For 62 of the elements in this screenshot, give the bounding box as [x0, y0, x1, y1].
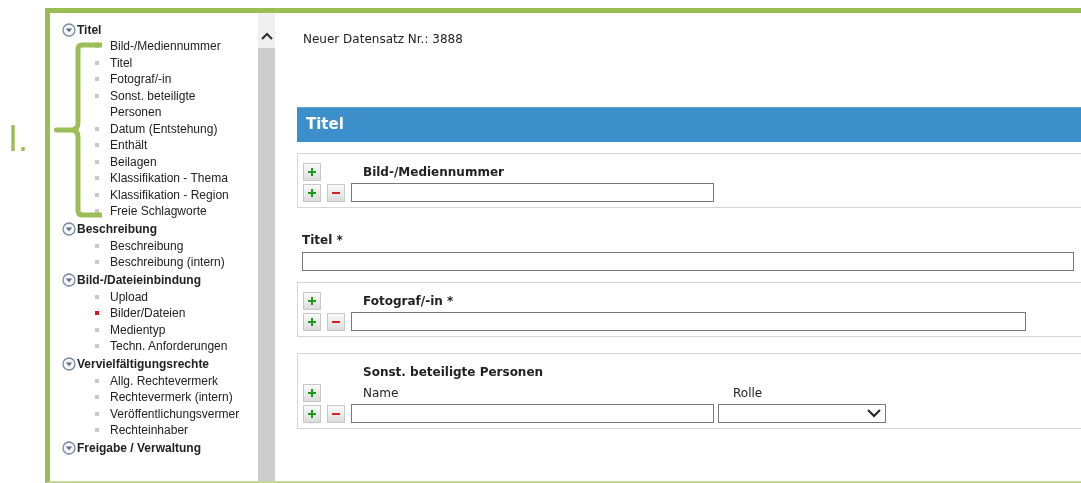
column-label: Name — [363, 385, 400, 400]
input-field[interactable] — [351, 404, 714, 423]
record-number: Neuer Datensatz Nr.: 3888 — [303, 32, 464, 47]
collapse-toggle-icon[interactable] — [62, 441, 76, 455]
sidebar-item[interactable]: Fotograf/-in — [110, 71, 238, 88]
field-label: Titel * — [302, 233, 343, 247]
sidebar-item[interactable]: Rechtevermerk (intern) — [110, 389, 238, 406]
sidebar-item[interactable]: Beilagen — [110, 153, 238, 170]
field-label: Fotograf/-in * — [363, 293, 454, 308]
plus-icon — [308, 167, 316, 176]
column-label: Rolle — [733, 385, 764, 400]
sidebar-group-title[interactable]: Titel — [77, 22, 102, 37]
field-label: Sonst. beteiligte Personen — [363, 364, 544, 379]
sidebar-item[interactable]: Allg. Rechtevermerk — [110, 372, 238, 389]
sidebar-item[interactable]: Klassifikation - Region — [110, 186, 238, 203]
input-field[interactable] — [351, 183, 714, 202]
sidebar-item[interactable]: Medientyp — [110, 321, 238, 338]
chevron-down-icon — [867, 409, 881, 418]
plus-icon — [308, 317, 316, 326]
sidebar-item[interactable]: Sonst. beteiligte Personen — [110, 87, 238, 121]
plus-icon — [308, 296, 316, 305]
add-button[interactable] — [303, 291, 321, 310]
add-button[interactable] — [303, 183, 321, 202]
scrollbar-thumb[interactable] — [258, 48, 275, 481]
annotation-label: I. — [8, 118, 28, 160]
remove-button[interactable] — [327, 404, 345, 423]
collapse-toggle-icon[interactable] — [62, 273, 76, 287]
sidebar-group-title[interactable]: Freigabe / Verwaltung — [77, 441, 202, 455]
remove-button[interactable] — [327, 183, 345, 202]
plus-icon — [308, 188, 316, 197]
input-field[interactable] — [302, 252, 1074, 271]
sidebar-item[interactable]: Upload — [110, 288, 238, 305]
sidebar-item[interactable]: Techn. Anforderungen — [110, 338, 238, 355]
sidebar-item[interactable]: Titel — [110, 54, 238, 71]
remove-button[interactable] — [327, 312, 345, 331]
scroll-up-icon[interactable] — [260, 32, 273, 40]
add-button[interactable] — [303, 312, 321, 331]
collapse-toggle-icon[interactable] — [62, 357, 76, 371]
sidebar-item[interactable]: Klassifikation - Thema — [110, 170, 238, 187]
add-button[interactable] — [303, 162, 321, 181]
sidebar-item[interactable]: Beschreibung — [110, 237, 238, 254]
sidebar-item[interactable]: Datum (Entstehung) — [110, 120, 238, 137]
input-field[interactable] — [351, 312, 1026, 331]
sidebar-group-title[interactable]: Bild-/Dateieinbindung — [77, 273, 201, 287]
plus-icon — [308, 388, 316, 397]
sidebar-item[interactable]: Beschreibung (intern) — [110, 254, 238, 271]
sidebar-item[interactable]: Enthält — [110, 137, 238, 154]
sidebar-item[interactable]: Bild-/Mediennummer — [110, 38, 238, 55]
sidebar-item[interactable]: Veröffentlichungsvermer — [110, 405, 238, 422]
sidebar-item[interactable]: Freie Schlagworte — [110, 203, 238, 220]
add-button[interactable] — [303, 383, 321, 402]
collapse-toggle-icon[interactable] — [62, 22, 76, 37]
add-button[interactable] — [303, 404, 321, 423]
field-label: Bild-/Mediennummer — [363, 164, 504, 179]
collapse-toggle-icon[interactable] — [62, 222, 76, 236]
sidebar-group-title[interactable]: Beschreibung — [77, 222, 157, 236]
role-dropdown[interactable] — [718, 404, 886, 423]
sidebar-item[interactable]: Rechteinhaber — [110, 422, 238, 439]
plus-icon — [308, 409, 316, 418]
sidebar-group-title[interactable]: Vervielfältigungsrechte — [77, 357, 210, 371]
sidebar-item[interactable]: Bilder/Dateien — [110, 305, 238, 322]
section-header: Titel — [297, 107, 1081, 142]
